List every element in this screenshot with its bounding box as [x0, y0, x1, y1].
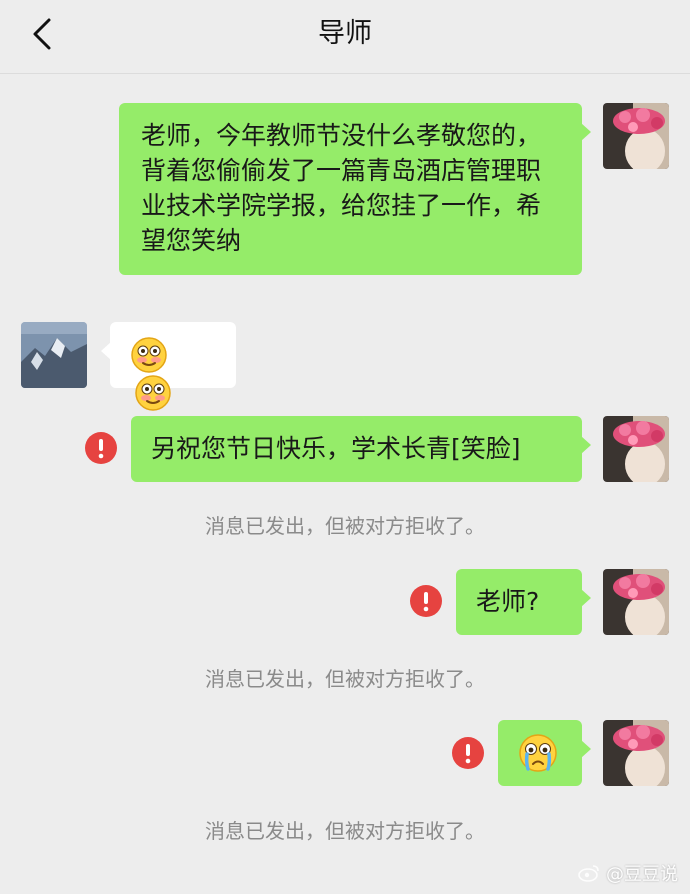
blushing-smile-emoji-icon — [131, 337, 167, 373]
weibo-watermark: @豆豆说 — [578, 860, 678, 886]
message-bubble-sent[interactable]: 另祝您节日快乐，学术长青[笑脸] — [131, 416, 591, 482]
watermark-text: @豆豆说 — [606, 864, 678, 885]
my-avatar[interactable] — [603, 569, 669, 635]
my-avatar[interactable] — [603, 416, 669, 482]
message-bubble-sent[interactable] — [498, 720, 591, 786]
chat-title: 导师 — [318, 18, 372, 49]
rejected-notice: 消息已发出，但被对方拒收了。 — [205, 514, 485, 538]
chat-header: 导师 — [0, 0, 690, 74]
send-failed-icon[interactable] — [452, 737, 484, 769]
send-failed-icon[interactable] — [85, 432, 117, 464]
send-failed-icon[interactable] — [410, 585, 442, 617]
rejected-notice: 消息已发出，但被对方拒收了。 — [205, 667, 485, 691]
message-bubble-sent[interactable]: 老师，今年教师节没什么孝敬您的，背着您偷偷发了一篇青岛酒店管理职业技术学院学报，… — [119, 103, 591, 275]
my-avatar[interactable] — [603, 720, 669, 786]
rejected-notice: 消息已发出，但被对方拒收了。 — [205, 819, 485, 843]
tutor-avatar[interactable] — [21, 322, 87, 388]
blushing-smile-emoji-icon — [135, 375, 171, 411]
message-bubble-received[interactable] — [101, 322, 236, 411]
chat-screen: 导师 老师，今年教师节没什么孝敬您的，背着您偷偷发了一篇青岛酒店管理职业技术学院… — [0, 0, 690, 894]
my-avatar[interactable] — [603, 103, 669, 169]
weibo-logo-icon — [578, 865, 599, 882]
message-bubble-sent[interactable]: 老师? — [456, 569, 591, 635]
crying-face-emoji-icon — [519, 734, 557, 772]
